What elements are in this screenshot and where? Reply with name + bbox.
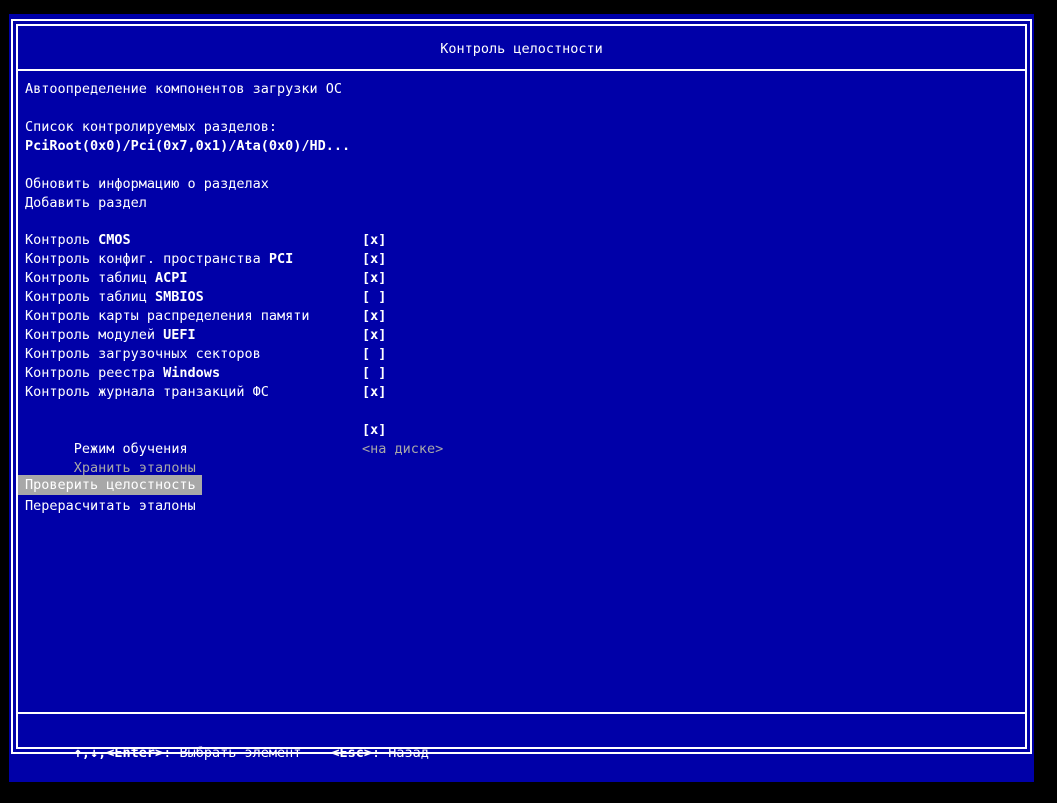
menu-item-add-partition[interactable]: Добавить раздел [25,194,1014,213]
checkbox-state: [ ] [362,289,387,305]
checkbox-label: Контроль журнала транзакций ФС [25,384,269,400]
title-separator [18,69,1025,71]
checkbox-state: [x] [362,251,387,267]
checkbox-label: Контроль таблиц SMBIOS [25,289,204,305]
partition-path-item[interactable]: PciRoot(0x0)/Pci(0x7,0x1)/Ata(0x0)/HD... [25,137,1014,156]
integrity-control-screen: Контроль целостности Автоопределение ком… [9,14,1034,782]
status-bar: ↑,↓,<Enter>: Выбрать элемент <Esc>: Назад [25,725,1014,761]
checkbox-state: [ ] [362,346,387,362]
training-mode-state: [x] [362,422,387,438]
checkbox-label: Контроль CMOS [25,232,131,248]
checkbox-item-windows-registry[interactable]: Контроль реестра Windows [ ] [25,364,1014,383]
store-etalons-value: <на диске> [362,441,444,457]
checkbox-state: [x] [362,384,387,400]
checkbox-item-memory-map[interactable]: Контроль карты распределения памяти [x] [25,307,1014,326]
status-action-select: : Выбрать элемент [163,745,302,761]
checkbox-state: [x] [362,327,387,343]
menu-item-recalc-etalons[interactable]: Перерасчитать эталоны [25,497,1014,516]
partitions-list-header: Список контролируемых разделов: [25,119,277,135]
checkbox-state: [ ] [362,365,387,381]
checkbox-label: Контроль модулей UEFI [25,327,196,343]
window-title: Контроль целостности [440,41,603,57]
checkbox-item-smbios-tables[interactable]: Контроль таблиц SMBIOS [ ] [25,288,1014,307]
checkbox-item-uefi-modules[interactable]: Контроль модулей UEFI [x] [25,326,1014,345]
menu-item-training-mode[interactable]: Режим обучения [x] [25,421,1014,457]
checkbox-item-fs-journal[interactable]: Контроль журнала транзакций ФС [x] [25,383,1014,402]
screenshot-root: Контроль целостности Автоопределение ком… [0,0,1057,803]
checkbox-label: Контроль конфиг. пространства PCI [25,251,294,267]
menu-item-refresh-partitions[interactable]: Обновить информацию о разделах [25,175,1014,194]
status-keys-navigation: ↑,↓,<Enter> [73,745,164,761]
menu-item-autodetect-boot-components[interactable]: Автоопределение компонентов загрузки ОС [25,80,1014,99]
checkbox-item-cmos[interactable]: Контроль CMOS [x] [25,231,1014,250]
checkbox-label: Контроль таблиц ACPI [25,270,188,286]
menu-item-store-etalons: Хранить эталоны <на диске> [25,440,1014,476]
checkbox-item-boot-sectors[interactable]: Контроль загрузочных секторов [ ] [25,345,1014,364]
status-keys-esc: <Esc> [331,745,372,761]
menu-item-check-integrity[interactable]: Проверить целостность [18,475,202,495]
checkbox-item-pci-config-space[interactable]: Контроль конфиг. пространства PCI [x] [25,250,1014,269]
checkbox-label: Контроль реестра Windows [25,365,221,381]
status-action-back: : Назад [372,745,429,761]
checkbox-state: [x] [362,308,387,324]
checkbox-label: Контроль загрузочных секторов [25,346,261,362]
store-etalons-label: Хранить эталоны [73,460,196,476]
checkbox-state: [x] [362,270,387,286]
statusbar-separator [18,712,1025,714]
checkbox-state: [x] [362,232,387,248]
checkbox-label: Контроль карты распределения памяти [25,308,310,324]
checkbox-item-acpi-tables[interactable]: Контроль таблиц ACPI [x] [25,269,1014,288]
